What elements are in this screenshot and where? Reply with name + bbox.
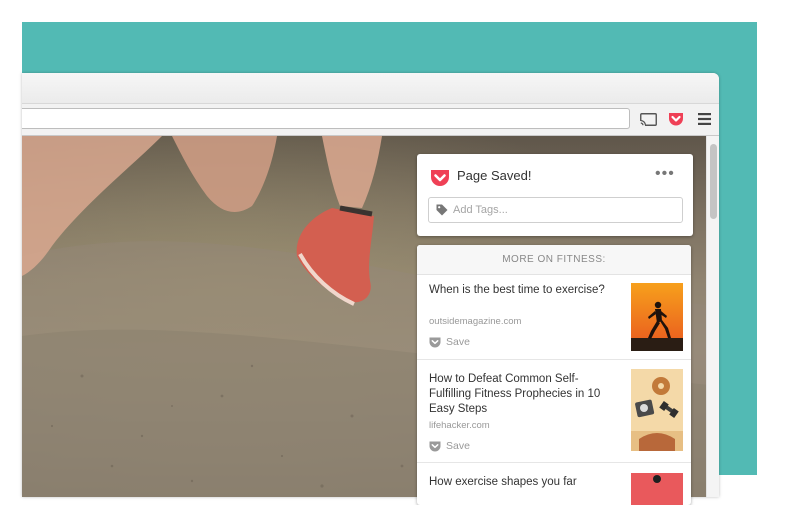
more-options-button[interactable]: •••	[655, 166, 675, 182]
pocket-save-icon	[429, 337, 441, 347]
save-button[interactable]: Save	[429, 439, 470, 453]
pocket-saved-panel: Page Saved! ••• Add Tags...	[417, 154, 693, 236]
article-title[interactable]: How exercise shapes you far	[429, 475, 615, 490]
article-source: outsidemagazine.com	[429, 316, 522, 327]
article-thumbnail[interactable]	[631, 369, 683, 451]
address-bar[interactable]	[22, 108, 630, 129]
save-button[interactable]: Save	[429, 335, 470, 349]
menu-icon[interactable]	[693, 109, 715, 129]
add-tags-placeholder: Add Tags...	[453, 204, 508, 216]
pocket-save-icon	[429, 441, 441, 451]
tag-icon	[436, 204, 448, 216]
article-thumbnail[interactable]	[631, 473, 683, 505]
browser-toolbar	[22, 104, 719, 136]
vertical-scrollbar[interactable]	[706, 136, 719, 497]
article-source: lifehacker.com	[429, 420, 490, 431]
pocket-toolbar-icon[interactable]	[665, 109, 687, 129]
add-tags-input[interactable]: Add Tags...	[428, 197, 683, 223]
article-thumbnail[interactable]	[631, 283, 683, 351]
article-title[interactable]: When is the best time to exercise?	[429, 283, 615, 298]
list-item[interactable]: When is the best time to exercise? outsi…	[417, 275, 691, 360]
article-title[interactable]: How to Defeat Common Self-Fulfilling Fit…	[429, 372, 615, 417]
save-label: Save	[446, 440, 470, 452]
scrollbar-thumb[interactable]	[710, 144, 717, 219]
title-bar	[22, 73, 719, 104]
cast-icon[interactable]	[637, 109, 659, 129]
pocket-recommendations-panel: MORE ON FITNESS: When is the best time t…	[417, 245, 691, 505]
list-item[interactable]: How exercise shapes you far	[417, 463, 691, 505]
section-header: MORE ON FITNESS:	[417, 245, 691, 275]
list-item[interactable]: How to Defeat Common Self-Fulfilling Fit…	[417, 360, 691, 463]
pocket-logo-icon	[430, 168, 450, 188]
page-saved-title: Page Saved!	[457, 168, 532, 183]
save-label: Save	[446, 336, 470, 348]
